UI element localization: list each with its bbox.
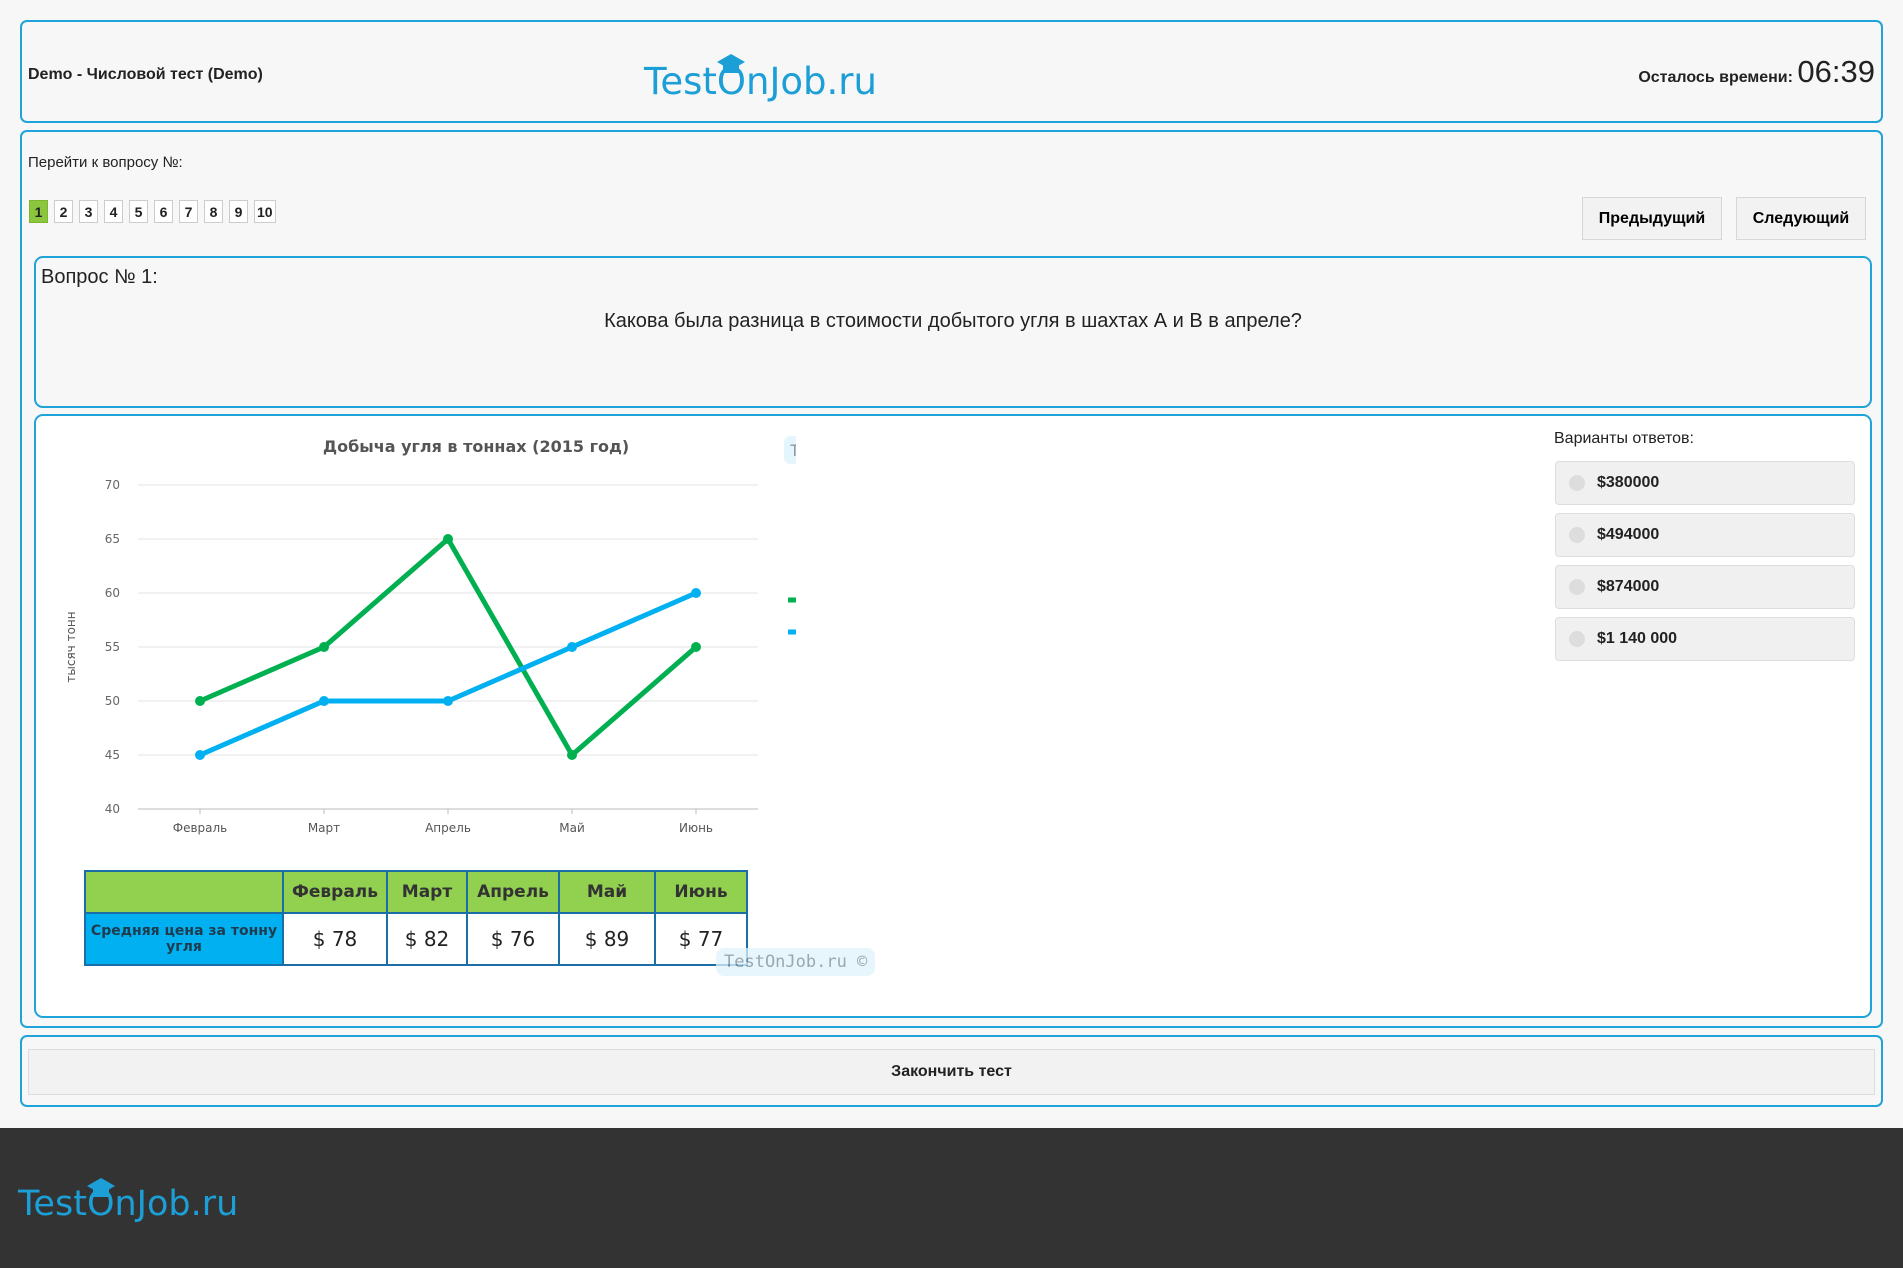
question-number-9[interactable]: 9 — [229, 200, 248, 223]
answer-option[interactable]: $380000 — [1555, 461, 1855, 505]
question-number-8[interactable]: 8 — [204, 200, 223, 223]
price-table-month: Апрель — [466, 870, 560, 914]
test-title: Demo - Числовой тест (Demo) — [28, 66, 263, 83]
question-number-10[interactable]: 10 — [254, 200, 276, 223]
y-tick-label: 65 — [105, 532, 120, 546]
price-table-month: Май — [558, 870, 656, 914]
question-panel: Перейти к вопросу №: 1 2 3 4 5 6 7 8 9 10 Предыду… — [20, 130, 1883, 1028]
site-logo[interactable]: Test OnJob.ru — [644, 54, 877, 103]
price-table-price: $ 76 — [466, 912, 560, 966]
question-number-5[interactable]: 5 — [129, 200, 148, 223]
header-panel: Demo - Числовой тест (Demo) Test OnJob.ru… — [20, 20, 1883, 123]
data-point — [319, 696, 329, 706]
data-point — [319, 642, 329, 652]
question-number-3[interactable]: 3 — [79, 200, 98, 223]
series-line-1 — [199, 590, 697, 758]
price-table-price: $ 89 — [558, 912, 656, 966]
y-tick-label: 55 — [105, 640, 120, 654]
price-table-corner — [84, 870, 284, 914]
answer-option[interactable]: $494000 — [1555, 513, 1855, 557]
question-content: Добыча угля в тоннах (2015 год) 40 45 50 55 6… — [34, 414, 1872, 1018]
data-point — [443, 696, 453, 706]
logo-cap-letter: O — [86, 1178, 115, 1224]
y-tick-label: 45 — [105, 748, 120, 762]
y-tick-label: 70 — [105, 478, 120, 492]
answer-option[interactable]: $874000 — [1555, 565, 1855, 609]
timer-label: Осталось времени: — [1638, 69, 1793, 86]
answer-label: $494000 — [1597, 526, 1660, 543]
y-tick-label: 60 — [105, 586, 120, 600]
answer-label: $874000 — [1597, 578, 1660, 595]
logo-text-prefix: Test — [18, 1184, 87, 1224]
x-tick-label: Март — [308, 821, 340, 835]
price-table-month: Февраль — [282, 870, 388, 914]
data-point — [691, 642, 701, 652]
footer-logo[interactable]: Test OnJob.ru — [18, 1178, 239, 1224]
price-table-price: $ 82 — [386, 912, 468, 966]
y-axis-label: тысяч тонн — [64, 611, 78, 682]
next-button[interactable]: Следующий — [1736, 197, 1866, 240]
finish-panel: Закончить тест — [20, 1035, 1883, 1107]
data-point — [195, 750, 205, 760]
question-number-list: 1 2 3 4 5 6 7 8 9 10 — [29, 200, 276, 223]
answer-label: $380000 — [1597, 474, 1660, 491]
x-tick-label: Апрель — [425, 821, 471, 835]
price-table: Февраль Март Апрель Май Июнь Средняя цена за… — [84, 870, 748, 966]
question-number-label: Вопрос № 1: — [41, 266, 158, 288]
watermark-top: TestOnJob.ru © — [790, 441, 796, 460]
answer-label: $1 140 000 — [1597, 630, 1678, 647]
question-number-6[interactable]: 6 — [154, 200, 173, 223]
logo-text-suffix: nJob.ru — [746, 60, 877, 103]
answers-label: Варианты ответов: — [1554, 430, 1694, 447]
data-point — [691, 588, 701, 598]
data-point — [567, 642, 577, 652]
question-number-1[interactable]: 1 — [29, 200, 48, 223]
price-table-month: Март — [386, 870, 468, 914]
price-table-header-row: Февраль Март Апрель Май Июнь — [84, 870, 748, 914]
previous-button[interactable]: Предыдущий — [1582, 197, 1722, 240]
line-chart: Добыча угля в тоннах (2015 год) 40 45 50 55 6… — [64, 436, 796, 835]
footer: Test OnJob.ru — [0, 1128, 1903, 1268]
graduation-cap-icon — [86, 1178, 115, 1197]
question-box: Вопрос № 1: Какова была разница в стоимо… — [34, 256, 1872, 408]
price-table-row: Средняя цена за тонну угля $ 78 $ 82 $ 76 $… — [84, 912, 748, 966]
x-tick-label: Июнь — [679, 821, 713, 835]
price-table-month: Июнь — [654, 870, 748, 914]
radio-button[interactable] — [1569, 631, 1585, 647]
chart-title: Добыча угля в тоннах (2015 год) — [323, 437, 629, 456]
timer-value: 06:39 — [1797, 54, 1875, 89]
answer-option[interactable]: $1 140 000 — [1555, 617, 1855, 661]
question-number-4[interactable]: 4 — [104, 200, 123, 223]
data-point — [567, 750, 577, 760]
watermark-bottom: TestOnJob.ru © — [716, 948, 876, 976]
question-number-2[interactable]: 2 — [54, 200, 73, 223]
question-text: Какова была разница в стоимости добытого… — [604, 310, 1302, 332]
data-point — [443, 534, 453, 544]
x-tick-label: Май — [559, 821, 585, 835]
logo-text-prefix: Test — [644, 60, 717, 103]
data-point — [195, 696, 205, 706]
graduation-cap-icon — [716, 54, 745, 73]
finish-test-button[interactable]: Закончить тест — [28, 1049, 1875, 1095]
radio-button[interactable] — [1569, 579, 1585, 595]
question-nav-label: Перейти к вопросу №: — [28, 154, 183, 171]
logo-text-suffix: nJob.ru — [114, 1184, 239, 1224]
question-number-7[interactable]: 7 — [179, 200, 198, 223]
logo-cap-letter: O — [716, 54, 746, 103]
timer: Осталось времени: 06:39 — [1638, 54, 1875, 90]
y-tick-label: 50 — [105, 694, 120, 708]
x-tick-label: Февраль — [173, 821, 228, 835]
radio-button[interactable] — [1569, 475, 1585, 491]
y-tick-label: 40 — [105, 802, 120, 816]
price-table-row-label: Средняя цена за тонну угля — [84, 912, 284, 966]
price-table-price: $ 78 — [282, 912, 388, 966]
radio-button[interactable] — [1569, 527, 1585, 543]
